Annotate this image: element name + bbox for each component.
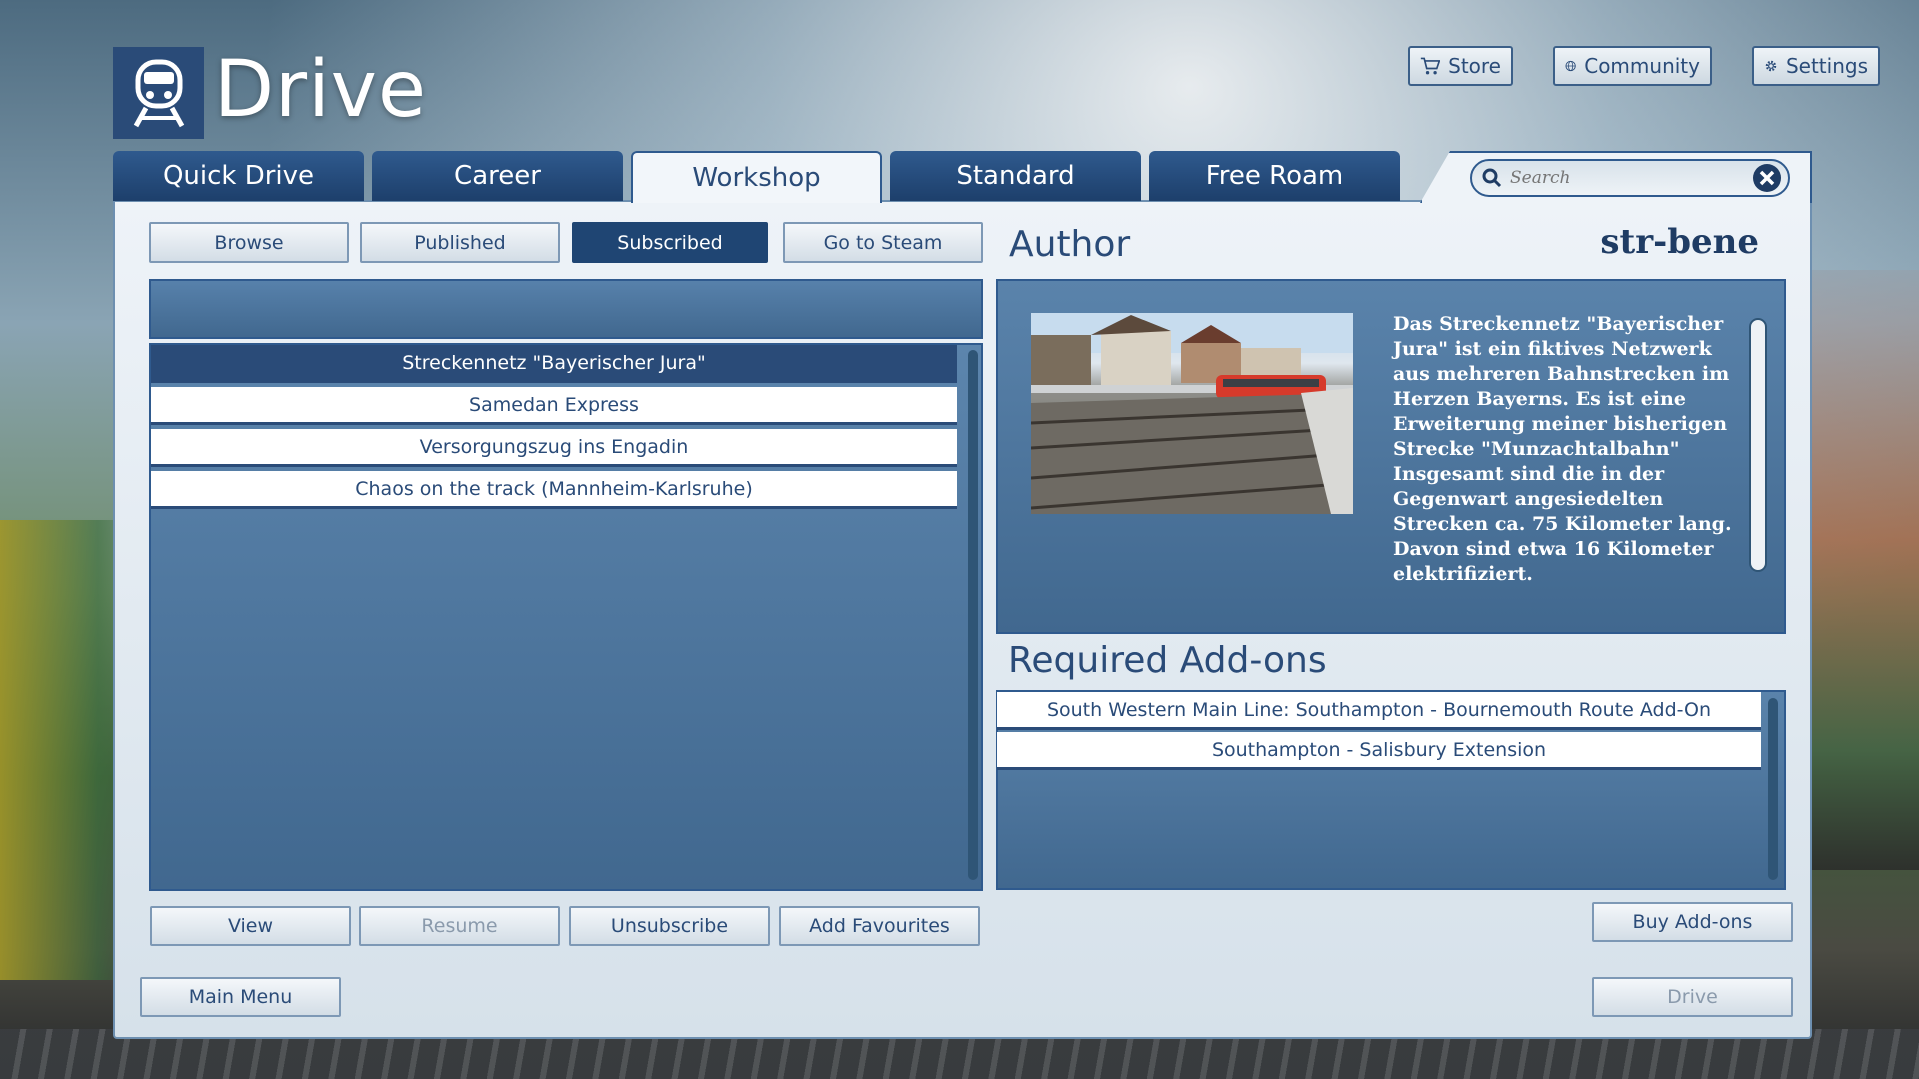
store-label: Store xyxy=(1448,54,1501,78)
author-name: str-bene xyxy=(1600,222,1759,262)
unsubscribe-button[interactable]: Unsubscribe xyxy=(569,906,770,946)
clear-search-icon[interactable] xyxy=(1752,163,1782,193)
search-bar xyxy=(1470,159,1790,197)
app-title: Drive xyxy=(214,45,427,135)
subscribed-list xyxy=(149,343,983,891)
search-icon xyxy=(1482,168,1502,188)
list-item[interactable]: Versorgungszug ins Engadin xyxy=(151,429,957,467)
drive-button[interactable]: Drive xyxy=(1592,977,1793,1017)
community-button[interactable]: Community xyxy=(1553,46,1712,86)
train-station-image xyxy=(1031,313,1353,514)
tab-career[interactable]: Career xyxy=(372,151,623,201)
required-addon-item[interactable]: South Western Main Line: Southampton - B… xyxy=(997,692,1761,730)
search-input[interactable] xyxy=(1508,167,1752,189)
item-thumbnail xyxy=(1031,313,1353,514)
main-menu-button[interactable]: Main Menu xyxy=(140,977,341,1017)
required-addons-title: Required Add-ons xyxy=(1008,640,1327,681)
add-favourites-button[interactable]: Add Favourites xyxy=(779,906,980,946)
go-to-steam-button[interactable]: Go to Steam xyxy=(783,222,983,263)
item-description: Das Streckennetz "Bayerischer Jura" ist … xyxy=(1393,313,1732,585)
resume-button[interactable]: Resume xyxy=(359,906,560,946)
tab-standard[interactable]: Standard xyxy=(890,151,1141,201)
subscribed-button[interactable]: Subscribed xyxy=(572,222,768,263)
buy-addons-button[interactable]: Buy Add-ons xyxy=(1592,902,1793,942)
view-button[interactable]: View xyxy=(150,906,351,946)
settings-button[interactable]: Settings xyxy=(1752,46,1880,86)
list-item[interactable]: Samedan Express xyxy=(151,387,957,425)
required-addons-scrollbar[interactable] xyxy=(1768,698,1778,880)
app-logo xyxy=(113,47,204,139)
description-scrollbar[interactable] xyxy=(1749,318,1767,572)
settings-label: Settings xyxy=(1785,54,1868,78)
train-icon xyxy=(133,59,184,128)
browse-button[interactable]: Browse xyxy=(149,222,349,263)
published-button[interactable]: Published xyxy=(360,222,560,263)
list-item[interactable]: Streckennetz "Bayerischer Jura" xyxy=(151,345,957,383)
required-addon-item[interactable]: Southampton - Salisbury Extension xyxy=(997,732,1761,770)
list-scrollbar[interactable] xyxy=(968,350,978,880)
tab-workshop[interactable]: Workshop xyxy=(631,151,882,203)
cart-icon xyxy=(1420,57,1441,75)
store-button[interactable]: Store xyxy=(1408,46,1513,86)
gear-icon xyxy=(1765,60,1777,72)
author-label: Author xyxy=(1009,224,1131,265)
list-item[interactable]: Chaos on the track (Mannheim-Karlsruhe) xyxy=(151,471,957,509)
list-header xyxy=(149,279,983,339)
tab-quick-drive[interactable]: Quick Drive xyxy=(113,151,364,201)
community-label: Community xyxy=(1584,54,1700,78)
tab-free-roam[interactable]: Free Roam xyxy=(1149,151,1400,201)
globe-icon xyxy=(1565,60,1576,72)
